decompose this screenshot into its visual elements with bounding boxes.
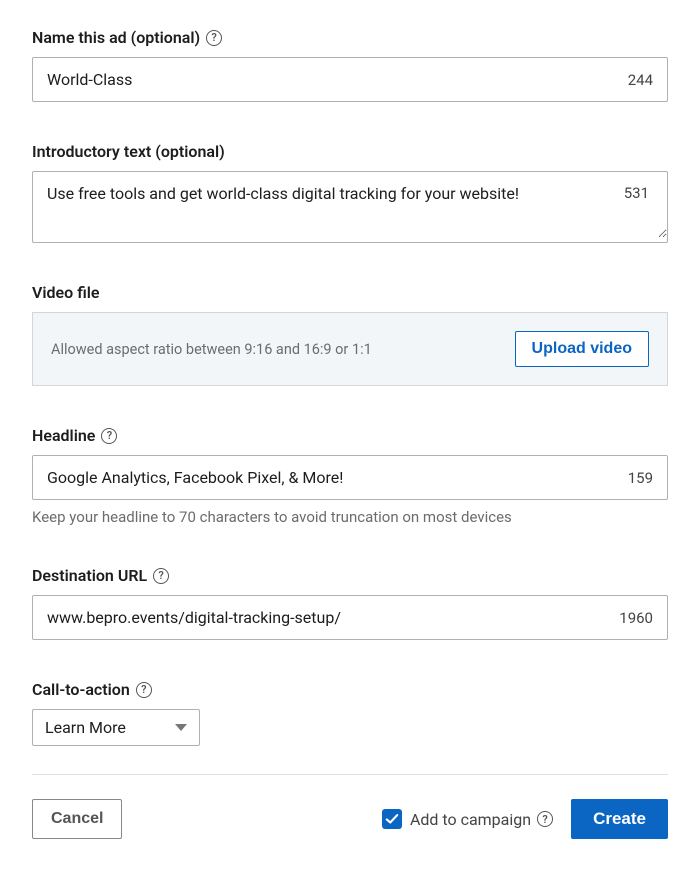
cta-field-group: Call-to-action ? Learn More [32,680,668,746]
footer-right: Add to campaign ? Create [382,799,668,839]
headline-char-count: 159 [614,469,667,487]
footer: Cancel Add to campaign ? Create [32,799,668,839]
ad-name-input-wrap: 244 [32,57,668,102]
footer-divider [32,774,668,775]
intro-text-label: Introductory text (optional) [32,142,668,161]
cta-select[interactable]: Learn More [32,709,200,746]
destination-input[interactable] [33,596,605,639]
cta-label-text: Call-to-action [32,680,130,699]
headline-field-group: Headline ? 159 Keep your headline to 70 … [32,426,668,526]
destination-char-count: 1960 [605,609,667,627]
destination-input-wrap: 1960 [32,595,668,640]
ad-name-label: Name this ad (optional) ? [32,28,668,47]
cta-label: Call-to-action ? [32,680,668,699]
intro-text-char-count: 531 [624,184,649,202]
intro-text-label-text: Introductory text (optional) [32,142,225,161]
footer-left: Cancel [32,799,122,839]
help-icon[interactable]: ? [206,30,222,46]
help-icon[interactable]: ? [136,682,152,698]
add-to-campaign-wrap: Add to campaign ? [382,809,553,829]
add-to-campaign-checkbox[interactable] [382,809,402,829]
destination-label-text: Destination URL [32,566,147,585]
headline-input[interactable] [33,456,614,499]
headline-label: Headline ? [32,426,668,445]
intro-text-field-group: Introductory text (optional) 531 [32,142,668,243]
chevron-down-icon [175,724,187,731]
headline-hint: Keep your headline to 70 characters to a… [32,508,668,526]
headline-input-wrap: 159 [32,455,668,500]
ad-name-char-count: 244 [614,71,667,89]
help-icon[interactable]: ? [153,568,169,584]
add-to-campaign-label: Add to campaign ? [410,810,553,829]
ad-name-field-group: Name this ad (optional) ? 244 [32,28,668,102]
destination-label: Destination URL ? [32,566,668,585]
video-label-text: Video file [32,283,100,302]
intro-text-input[interactable] [33,172,667,238]
add-to-campaign-text: Add to campaign [410,810,531,829]
video-label: Video file [32,283,668,302]
video-field-group: Video file Allowed aspect ratio between … [32,283,668,386]
destination-field-group: Destination URL ? 1960 [32,566,668,640]
create-button[interactable]: Create [571,799,668,839]
cta-selected-value: Learn More [45,718,163,737]
upload-video-button[interactable]: Upload video [515,331,649,367]
cancel-button[interactable]: Cancel [32,799,122,839]
video-upload-box: Allowed aspect ratio between 9:16 and 16… [32,312,668,386]
help-icon[interactable]: ? [537,811,553,827]
intro-text-wrap: 531 [32,171,668,243]
headline-label-text: Headline [32,426,95,445]
ad-name-label-text: Name this ad (optional) [32,28,200,47]
check-icon [385,812,399,826]
ad-name-input[interactable] [33,58,614,101]
video-hint: Allowed aspect ratio between 9:16 and 16… [51,341,372,358]
help-icon[interactable]: ? [101,428,117,444]
